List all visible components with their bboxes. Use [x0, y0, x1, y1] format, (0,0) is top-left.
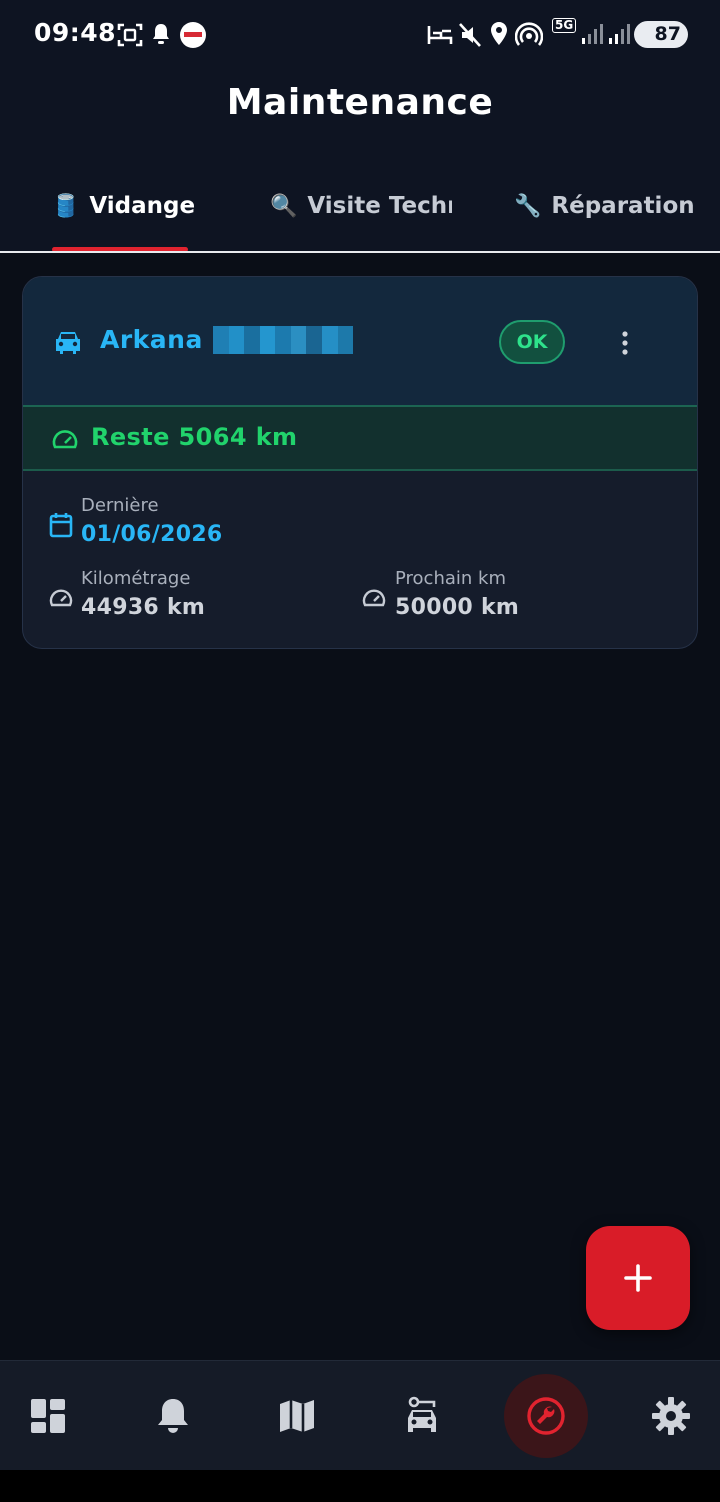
- nav-settings[interactable]: [611, 1361, 720, 1471]
- tab-vidange[interactable]: 🛢️ Vidange: [52, 186, 195, 226]
- system-navigation-bar: [0, 1470, 720, 1502]
- status-bar: 09:48 5G 87: [0, 0, 720, 68]
- mileage-value: 44936 km: [81, 595, 206, 620]
- battery-level: 87: [654, 23, 681, 45]
- page-title: Maintenance: [226, 82, 494, 123]
- mute-icon: [459, 23, 481, 47]
- dashboard-icon: [31, 1399, 65, 1433]
- card-header: Arkana OK: [23, 277, 697, 407]
- tabs-divider: [0, 251, 720, 253]
- bell-icon: [158, 1399, 188, 1433]
- nav-notifications[interactable]: [113, 1361, 233, 1471]
- more-options-icon[interactable]: [615, 329, 635, 357]
- sleep-icon: [427, 26, 453, 44]
- hotspot-icon: [515, 22, 543, 46]
- nav-active-highlight: [504, 1374, 588, 1458]
- status-badge: OK: [499, 320, 565, 364]
- app-badge-icon: [180, 22, 206, 48]
- car-icon: [56, 332, 80, 354]
- tab-bar: 🛢️ Vidange 🔍 Visite Techn 🔧 Réparation: [0, 170, 720, 252]
- next-km-value: 50000 km: [395, 595, 520, 620]
- tab-reparation[interactable]: 🔧 Réparation: [514, 186, 695, 226]
- vehicle-name: Arkana: [100, 325, 203, 354]
- license-plate-redacted: [213, 326, 354, 354]
- battery-indicator: 87: [634, 21, 688, 48]
- screenshot-icon: [117, 23, 143, 47]
- tab-reparation-label: Réparation: [551, 193, 695, 219]
- plus-icon: [624, 1264, 652, 1292]
- status-time: 09:48: [34, 18, 117, 47]
- next-km-label: Prochain km: [395, 568, 506, 589]
- map-icon: [280, 1400, 314, 1432]
- location-icon: [491, 22, 507, 45]
- speedometer-icon-next: [362, 589, 386, 607]
- last-service-date: 01/06/2026: [81, 522, 223, 547]
- magnifier-icon: 🔍: [270, 193, 298, 219]
- tab-vidange-label: Vidange: [89, 193, 196, 219]
- nav-maintenance[interactable]: [486, 1361, 606, 1471]
- remaining-km-bar: Reste 5064 km: [23, 407, 697, 471]
- oil-barrel-icon: 🛢️: [52, 193, 80, 219]
- nav-map[interactable]: [237, 1361, 357, 1471]
- signal-icon-2: [609, 24, 630, 44]
- gear-icon: [652, 1397, 690, 1435]
- tab-visite-label: Visite Techn: [307, 193, 452, 219]
- calendar-icon: [49, 513, 73, 538]
- add-maintenance-button[interactable]: [586, 1226, 690, 1330]
- signal-icon: [582, 24, 603, 44]
- bell-icon: [153, 24, 169, 44]
- remaining-km: Reste 5064 km: [91, 423, 298, 451]
- bottom-navigation: [0, 1360, 720, 1470]
- speedometer-icon-mileage: [49, 589, 73, 607]
- nav-dashboard[interactable]: [0, 1361, 108, 1471]
- wrench-emoji-icon: 🔧: [514, 193, 542, 219]
- mileage-label: Kilométrage: [81, 568, 191, 589]
- speedometer-icon: [52, 430, 78, 449]
- last-service-label: Dernière: [81, 495, 159, 516]
- tab-visite-technique[interactable]: 🔍 Visite Techn: [270, 186, 452, 226]
- network-label: 5G: [552, 18, 577, 33]
- nav-vehicles[interactable]: [362, 1361, 482, 1471]
- maintenance-card[interactable]: Arkana OK Reste 5064 km Dernière 01/06/2…: [22, 276, 698, 649]
- car-key-icon: [408, 1396, 436, 1432]
- wrench-icon: [527, 1397, 565, 1435]
